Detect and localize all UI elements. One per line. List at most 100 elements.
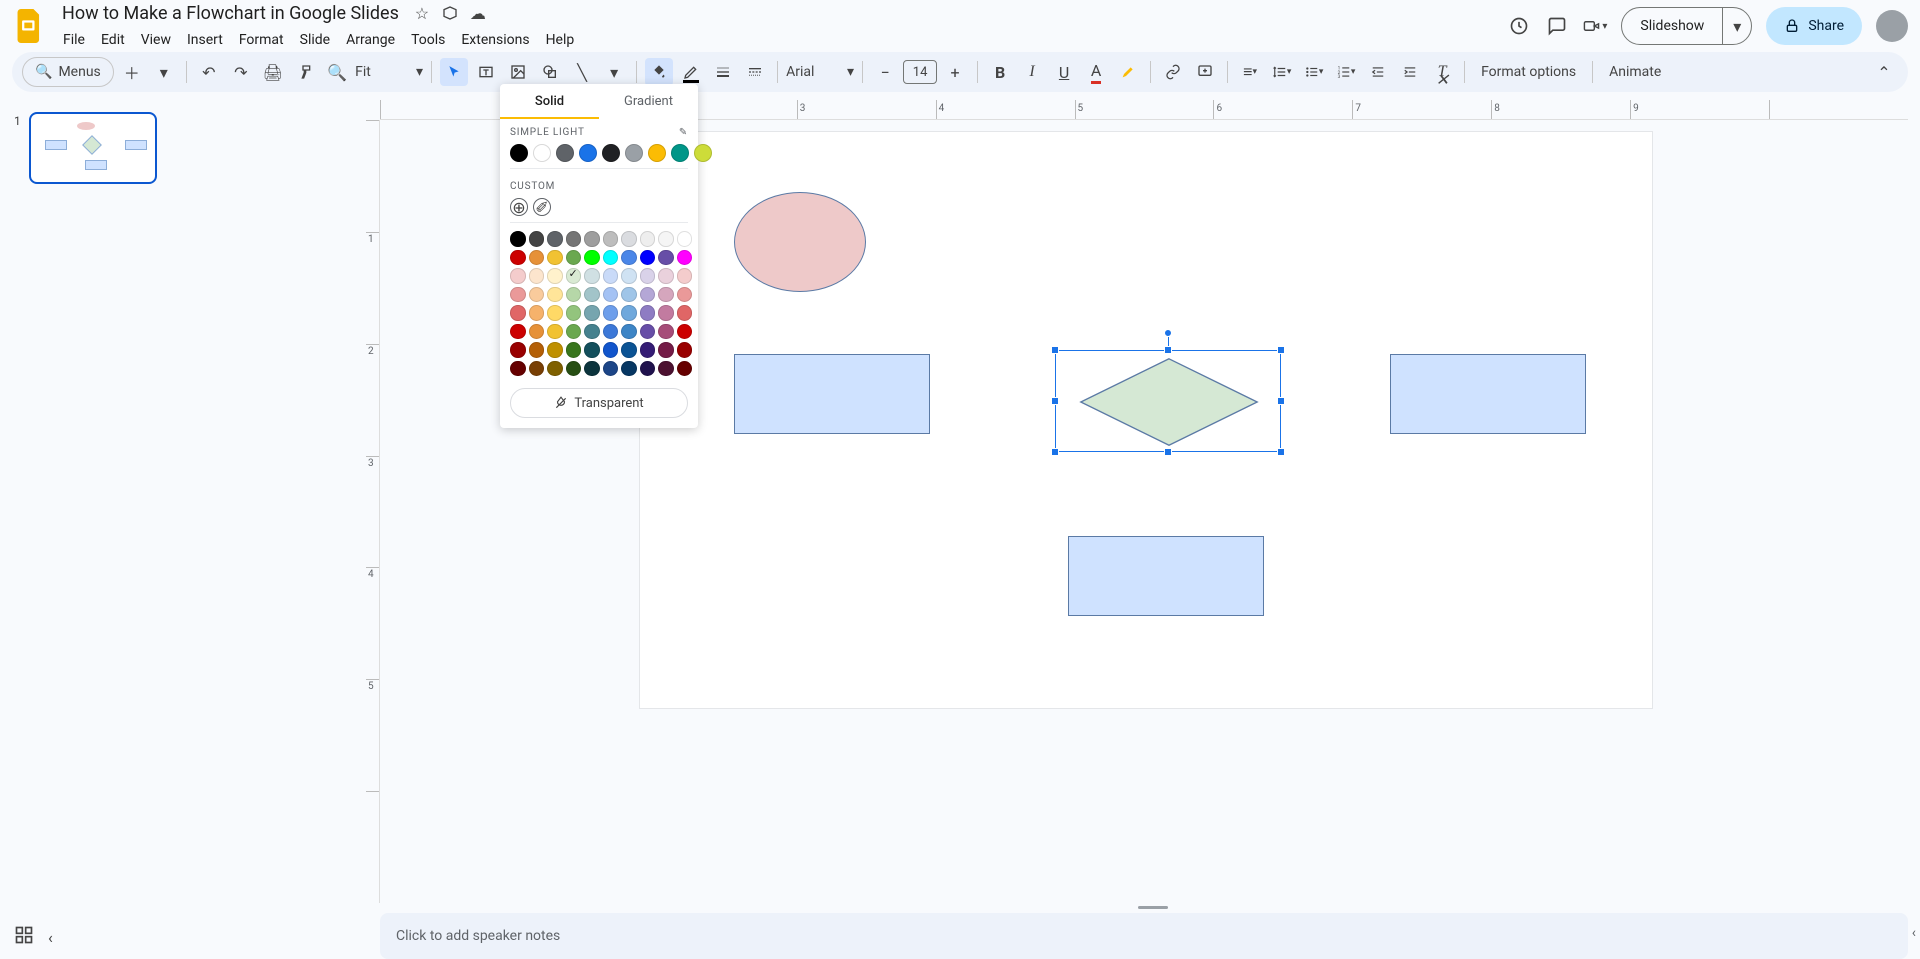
color-swatch[interactable] <box>658 305 674 321</box>
color-swatch[interactable] <box>547 324 563 340</box>
slide-thumbnail-1[interactable] <box>29 112 157 184</box>
color-swatch[interactable] <box>658 361 674 377</box>
format-options-button[interactable]: Format options <box>1473 58 1584 86</box>
collapse-filmstrip-icon[interactable]: ‹ <box>48 928 53 947</box>
document-title[interactable]: How to Make a Flowchart in Google Slides <box>56 1 405 26</box>
line-spacing-button[interactable]: ▾ <box>1268 58 1296 86</box>
bold-button[interactable]: B <box>986 58 1014 86</box>
menu-extensions[interactable]: Extensions <box>454 28 536 52</box>
menu-view[interactable]: View <box>134 28 178 52</box>
color-swatch[interactable] <box>584 250 600 266</box>
color-swatch[interactable] <box>584 287 600 303</box>
align-button[interactable]: ≡▾ <box>1236 58 1264 86</box>
underline-button[interactable]: U <box>1050 58 1078 86</box>
color-swatch[interactable] <box>640 231 656 247</box>
star-icon[interactable]: ☆ <box>413 4 431 22</box>
menu-arrange[interactable]: Arrange <box>339 28 402 52</box>
shape-tool[interactable] <box>536 58 564 86</box>
rotation-handle[interactable] <box>1164 329 1172 337</box>
color-swatch[interactable] <box>584 342 600 358</box>
menu-format[interactable]: Format <box>232 28 291 52</box>
transparent-fill-button[interactable]: Transparent <box>510 388 688 418</box>
color-tab-solid[interactable]: Solid <box>500 84 599 119</box>
clear-formatting-button[interactable]: T✕ <box>1428 58 1456 86</box>
color-swatch[interactable] <box>640 250 656 266</box>
color-swatch[interactable] <box>621 287 637 303</box>
color-swatch[interactable] <box>547 305 563 321</box>
font-size-increase[interactable]: + <box>941 58 969 86</box>
color-swatch[interactable] <box>603 305 619 321</box>
color-swatch[interactable] <box>510 342 526 358</box>
color-swatch[interactable] <box>640 361 656 377</box>
theme-color-swatch[interactable] <box>579 144 597 162</box>
color-swatch[interactable] <box>677 231 693 247</box>
color-swatch[interactable] <box>603 231 619 247</box>
selection-box[interactable] <box>1055 350 1281 452</box>
color-swatch[interactable] <box>640 342 656 358</box>
color-swatch[interactable] <box>529 324 545 340</box>
explore-icon[interactable] <box>14 925 34 949</box>
edit-theme-icon[interactable]: ✎ <box>679 127 688 138</box>
move-icon[interactable] <box>441 4 459 22</box>
color-swatch[interactable] <box>603 324 619 340</box>
meet-icon[interactable]: ▾ <box>1583 14 1607 38</box>
color-swatch[interactable] <box>529 250 545 266</box>
color-swatch[interactable] <box>584 324 600 340</box>
new-slide-dropdown[interactable]: ▾ <box>150 58 178 86</box>
theme-color-swatch[interactable] <box>648 144 666 162</box>
color-swatch[interactable] <box>640 324 656 340</box>
border-color-button[interactable] <box>677 58 705 86</box>
color-swatch[interactable] <box>658 250 674 266</box>
image-tool[interactable] <box>504 58 532 86</box>
color-swatch[interactable] <box>621 305 637 321</box>
color-swatch[interactable] <box>510 268 526 284</box>
theme-color-swatch[interactable] <box>533 144 551 162</box>
color-swatch[interactable] <box>621 342 637 358</box>
color-swatch[interactable] <box>658 231 674 247</box>
color-swatch[interactable] <box>677 324 693 340</box>
resize-handle[interactable] <box>1277 397 1285 405</box>
theme-color-swatch[interactable] <box>556 144 574 162</box>
color-swatch[interactable] <box>566 361 582 377</box>
slides-logo[interactable] <box>12 8 48 44</box>
color-swatch[interactable] <box>510 361 526 377</box>
color-swatch[interactable] <box>584 361 600 377</box>
slideshow-button[interactable]: Slideshow <box>1622 8 1723 44</box>
resize-handle[interactable] <box>1164 346 1172 354</box>
menu-insert[interactable]: Insert <box>180 28 230 52</box>
color-swatch[interactable] <box>529 268 545 284</box>
color-swatch[interactable] <box>529 342 545 358</box>
color-swatch[interactable] <box>584 231 600 247</box>
color-swatch[interactable] <box>529 305 545 321</box>
menu-file[interactable]: File <box>56 28 92 52</box>
color-swatch[interactable] <box>566 324 582 340</box>
color-swatch[interactable] <box>547 268 563 284</box>
comments-icon[interactable] <box>1545 14 1569 38</box>
color-swatch[interactable] <box>603 287 619 303</box>
print-button[interactable]: 🖨 <box>259 58 287 86</box>
numbered-list-button[interactable]: 123▾ <box>1332 58 1360 86</box>
version-history-icon[interactable] <box>1507 14 1531 38</box>
color-swatch[interactable] <box>566 342 582 358</box>
zoom-select[interactable]: Fit▾ <box>355 64 423 80</box>
color-swatch[interactable] <box>640 268 656 284</box>
highlight-color-button[interactable] <box>1114 58 1142 86</box>
color-swatch[interactable] <box>603 250 619 266</box>
share-button[interactable]: Share <box>1766 7 1862 45</box>
resize-handle[interactable] <box>1277 448 1285 456</box>
menu-slide[interactable]: Slide <box>293 28 337 52</box>
color-swatch[interactable] <box>547 287 563 303</box>
decrease-indent-button[interactable] <box>1364 58 1392 86</box>
select-tool[interactable] <box>440 58 468 86</box>
insert-link-button[interactable] <box>1159 58 1187 86</box>
resize-handle[interactable] <box>1277 346 1285 354</box>
color-swatch[interactable] <box>658 268 674 284</box>
menu-tools[interactable]: Tools <box>404 28 452 52</box>
color-swatch[interactable] <box>603 268 619 284</box>
resize-handle[interactable] <box>1051 346 1059 354</box>
color-swatch[interactable] <box>603 342 619 358</box>
color-tab-gradient[interactable]: Gradient <box>599 84 698 119</box>
color-swatch[interactable] <box>566 250 582 266</box>
color-swatch[interactable] <box>621 361 637 377</box>
paint-format-button[interactable] <box>291 58 319 86</box>
